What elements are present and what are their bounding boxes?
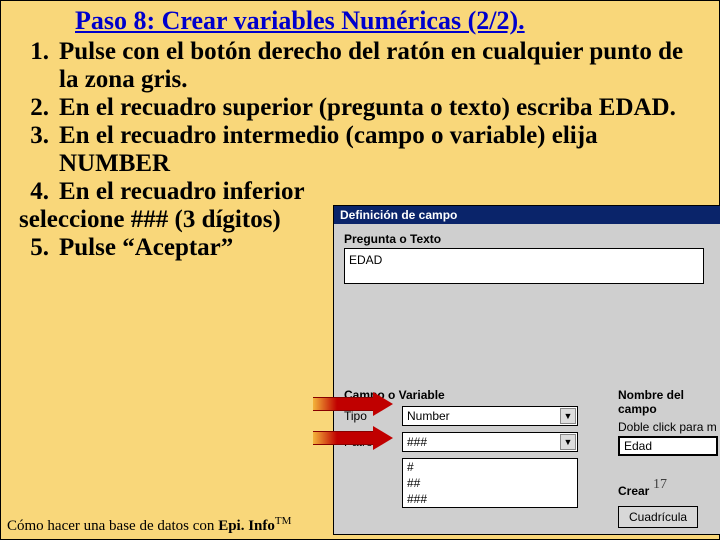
list-item[interactable]: # xyxy=(403,459,577,475)
step-text-1: Pulse con el botón derecho del ratón en … xyxy=(59,38,699,94)
slide-title: Paso 8: Crear variables Numéricas (2/2). xyxy=(1,1,719,38)
question-value: EDAD xyxy=(349,251,699,267)
footer-prefix: Cómo hacer una base de datos con xyxy=(7,518,218,534)
type-value: Number xyxy=(407,409,450,423)
step-text-4a: En el recuadro inferior xyxy=(59,178,699,206)
step-number-1: 1. xyxy=(19,38,59,94)
fieldname-input[interactable]: Edad xyxy=(618,436,718,456)
step-number-3: 3. xyxy=(19,122,59,178)
question-label: Pregunta o Texto xyxy=(344,232,710,246)
fieldname-label: Nombre del campo xyxy=(618,388,720,416)
arrow-to-pattern xyxy=(313,426,393,450)
list-item[interactable]: ### xyxy=(403,491,577,507)
list-item[interactable]: ## xyxy=(403,475,577,491)
question-input[interactable]: EDAD xyxy=(344,248,704,284)
step-number-4: 4. xyxy=(19,178,59,206)
fieldname-hint: Doble click para m xyxy=(618,420,720,434)
grid-button[interactable]: Cuadrícula xyxy=(618,506,698,528)
step-number-5: 5. xyxy=(19,234,59,262)
create-label: Crear xyxy=(618,484,720,498)
footer-tm: TM xyxy=(275,515,292,527)
pattern-dropdown[interactable]: ### ▼ xyxy=(402,432,578,452)
chevron-down-icon[interactable]: ▼ xyxy=(560,434,576,450)
step-number-2: 2. xyxy=(19,94,59,122)
arrow-to-type xyxy=(313,392,393,416)
page-number: 17 xyxy=(653,477,667,493)
pattern-listbox[interactable]: # ## ### xyxy=(402,458,578,508)
footer-brand: Epi. Info xyxy=(218,518,275,534)
dialog-titlebar: Definición de campo xyxy=(334,206,720,224)
footer-text: Cómo hacer una base de datos con Epi. In… xyxy=(7,515,291,535)
type-dropdown[interactable]: Number ▼ xyxy=(402,406,578,426)
chevron-down-icon[interactable]: ▼ xyxy=(560,408,576,424)
pattern-value: ### xyxy=(407,435,427,449)
step-text-2: En el recuadro superior (pregunta o text… xyxy=(59,94,699,122)
step-text-3: En el recuadro intermedio (campo o varia… xyxy=(59,122,699,178)
fieldname-value: Edad xyxy=(624,439,652,453)
